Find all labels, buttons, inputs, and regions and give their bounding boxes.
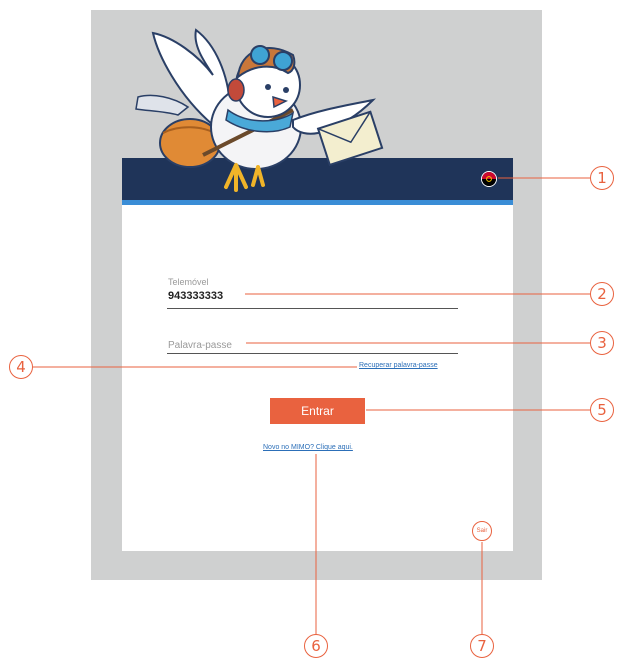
signup-link[interactable]: Novo no MIMO? Clique aqui. bbox=[263, 444, 353, 451]
angola-flag-icon[interactable] bbox=[481, 171, 497, 187]
callout-7: 7 bbox=[470, 634, 494, 658]
phone-label: Telemóvel bbox=[168, 277, 209, 287]
callout-2: 2 bbox=[590, 282, 614, 306]
callout-4: 4 bbox=[9, 355, 33, 379]
callout-5: 5 bbox=[590, 398, 614, 422]
phone-value[interactable]: 943333333 bbox=[168, 290, 223, 302]
callout-6: 6 bbox=[304, 634, 328, 658]
password-underline bbox=[167, 353, 458, 354]
enter-button[interactable]: Entrar bbox=[270, 398, 365, 424]
password-input[interactable] bbox=[166, 337, 462, 353]
recover-password-link[interactable]: Recuperar palavra-passe bbox=[359, 362, 438, 369]
login-card bbox=[122, 205, 513, 551]
mascot-pigeon-icon bbox=[135, 28, 384, 192]
callout-1: 1 bbox=[590, 166, 614, 190]
exit-button[interactable]: Sair bbox=[472, 521, 492, 541]
phone-underline bbox=[167, 308, 458, 309]
callout-3: 3 bbox=[590, 331, 614, 355]
